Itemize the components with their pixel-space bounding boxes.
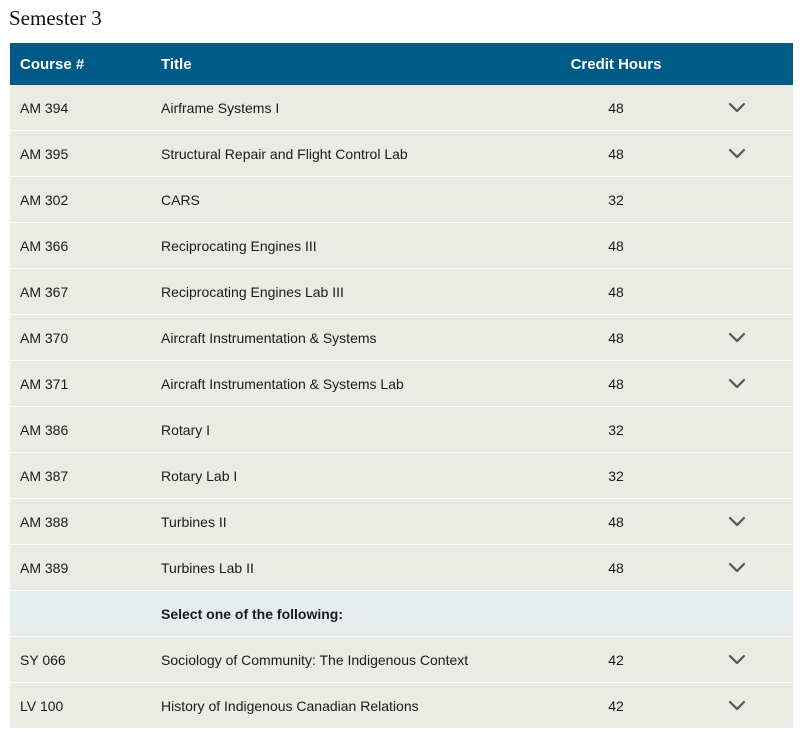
table-row[interactable]: SY 066 Sociology of Community: The Indige… xyxy=(10,637,793,683)
credit-hours: 48 xyxy=(608,375,624,392)
table-row[interactable]: AM 388 Turbines II 48 xyxy=(10,499,793,545)
course-number: AM 394 xyxy=(20,99,69,116)
course-title: Aircraft Instrumentation & Systems xyxy=(161,329,377,346)
expand-toggle[interactable] xyxy=(681,516,793,528)
table-row[interactable]: AM 371 Aircraft Instrumentation & Systems… xyxy=(10,361,793,407)
chevron-down-icon[interactable] xyxy=(728,516,746,528)
course-number: AM 302 xyxy=(20,191,69,208)
credit-hours: 48 xyxy=(608,513,624,530)
credit-hours: 42 xyxy=(608,697,624,714)
chevron-down-icon[interactable] xyxy=(728,332,746,344)
elective-note-row: Select one of the following: xyxy=(10,591,793,637)
chevron-down-icon[interactable] xyxy=(728,378,746,390)
course-number: AM 387 xyxy=(20,467,69,484)
header-credit-hours: Credit Hours xyxy=(570,55,662,73)
course-number: AM 371 xyxy=(20,375,69,392)
course-title: CARS xyxy=(161,191,200,208)
course-title: Reciprocating Engines Lab III xyxy=(161,283,344,300)
chevron-down-icon[interactable] xyxy=(728,700,746,712)
chevron-down-icon[interactable] xyxy=(728,562,746,574)
course-number: LV 100 xyxy=(20,697,64,714)
expand-toggle[interactable] xyxy=(681,148,793,160)
course-number: AM 366 xyxy=(20,237,69,254)
course-number: SY 066 xyxy=(20,651,66,668)
elective-note: Select one of the following: xyxy=(161,605,343,622)
course-number: AM 395 xyxy=(20,145,69,162)
table-row: AM 367 Reciprocating Engines Lab III 48 xyxy=(10,269,793,315)
credit-hours: 32 xyxy=(608,467,624,484)
chevron-down-icon[interactable] xyxy=(728,654,746,666)
course-title: Reciprocating Engines III xyxy=(161,237,317,254)
credit-hours: 48 xyxy=(608,237,624,254)
course-number: AM 389 xyxy=(20,559,69,576)
course-number: AM 367 xyxy=(20,283,69,300)
course-number: AM 370 xyxy=(20,329,69,346)
expand-toggle[interactable] xyxy=(681,102,793,114)
table-row: AM 387 Rotary Lab I 32 xyxy=(10,453,793,499)
credit-hours: 48 xyxy=(608,99,624,116)
table-row[interactable]: AM 389 Turbines Lab II 48 xyxy=(10,545,793,591)
credit-hours: 48 xyxy=(608,559,624,576)
course-title: Sociology of Community: The Indigenous C… xyxy=(161,651,469,668)
expand-toggle[interactable] xyxy=(681,654,793,666)
expand-toggle[interactable] xyxy=(681,700,793,712)
credit-hours: 48 xyxy=(608,283,624,300)
course-number: AM 388 xyxy=(20,513,69,530)
credit-hours: 32 xyxy=(608,421,624,438)
course-title: Turbines II xyxy=(161,513,227,530)
credit-hours: 48 xyxy=(608,329,624,346)
course-title: Structural Repair and Flight Control Lab xyxy=(161,145,408,162)
course-title: Turbines Lab II xyxy=(161,559,254,576)
table-row[interactable]: AM 394 Airframe Systems I 48 xyxy=(10,85,793,131)
table-body: AM 394 Airframe Systems I 48 AM 395 Structur… xyxy=(10,85,793,729)
header-title: Title xyxy=(161,55,192,73)
expand-toggle[interactable] xyxy=(681,332,793,344)
course-table: Course # Title Credit Hours AM 394 Airfra… xyxy=(10,43,793,729)
credit-hours: 48 xyxy=(608,145,624,162)
table-row: AM 386 Rotary I 32 xyxy=(10,407,793,453)
course-title: History of Indigenous Canadian Relations xyxy=(161,697,419,714)
course-title: Rotary I xyxy=(161,421,211,438)
table-header: Course # Title Credit Hours xyxy=(10,43,793,85)
chevron-down-icon[interactable] xyxy=(728,148,746,160)
course-number: AM 386 xyxy=(20,421,69,438)
course-title: Airframe Systems I xyxy=(161,99,280,116)
header-course-number: Course # xyxy=(20,55,85,73)
credit-hours: 32 xyxy=(608,191,624,208)
table-row: AM 302 CARS 32 xyxy=(10,177,793,223)
table-row: AM 366 Reciprocating Engines III 48 xyxy=(10,223,793,269)
table-row[interactable]: LV 100 History of Indigenous Canadian Rel… xyxy=(10,683,793,729)
expand-toggle[interactable] xyxy=(681,378,793,390)
semester-heading: Semester 3 xyxy=(9,6,102,30)
table-row[interactable]: AM 370 Aircraft Instrumentation & Systems… xyxy=(10,315,793,361)
chevron-down-icon[interactable] xyxy=(728,102,746,114)
course-title: Rotary Lab I xyxy=(161,467,238,484)
credit-hours: 42 xyxy=(608,651,624,668)
course-title: Aircraft Instrumentation & Systems Lab xyxy=(161,375,404,392)
table-row[interactable]: AM 395 Structural Repair and Flight Contr… xyxy=(10,131,793,177)
expand-toggle[interactable] xyxy=(681,562,793,574)
